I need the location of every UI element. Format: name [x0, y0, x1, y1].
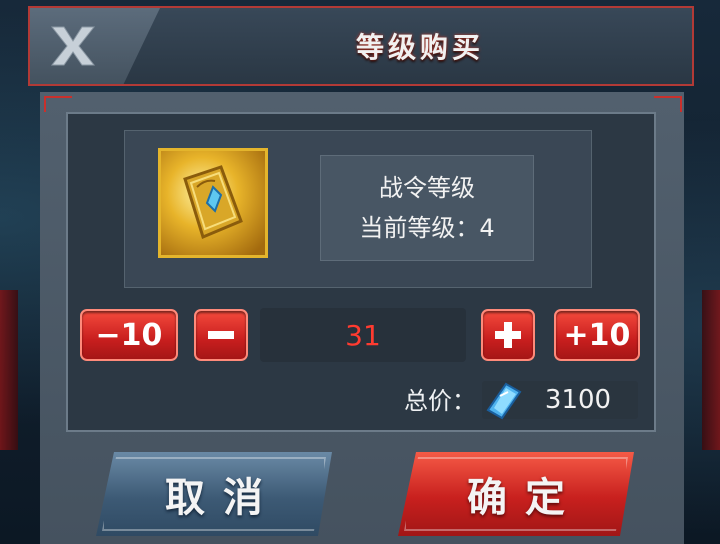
blue-gem-icon: [486, 382, 522, 420]
plus-10-button[interactable]: +10: [554, 309, 640, 361]
close-icon: [50, 26, 96, 66]
battle-pass-card-icon: [158, 148, 268, 258]
corner-decoration: [654, 96, 682, 112]
cancel-button-label: 取消: [165, 475, 281, 521]
plus-1-button[interactable]: [481, 309, 535, 361]
plus-icon: [495, 322, 521, 348]
confirm-button[interactable]: 确定: [398, 452, 634, 536]
minus-icon: [208, 331, 234, 339]
total-price-label: 总价：: [404, 387, 476, 415]
item-name: 战令等级: [379, 174, 475, 202]
dialog-title: 等级购买: [355, 31, 484, 64]
item-info: 战令等级 当前等级：4: [320, 155, 534, 261]
total-price-value: 3100: [544, 385, 612, 415]
minus-1-button[interactable]: [194, 309, 248, 361]
quantity-display: 31: [260, 308, 466, 362]
cancel-button[interactable]: 取消: [96, 452, 332, 536]
minus-10-button[interactable]: −10: [80, 309, 178, 361]
background-accent-right: [702, 290, 720, 450]
confirm-button-label: 确定: [467, 475, 583, 521]
corner-decoration: [44, 96, 72, 112]
background-accent-left: [0, 290, 18, 450]
current-level: 当前等级：4: [359, 214, 495, 242]
